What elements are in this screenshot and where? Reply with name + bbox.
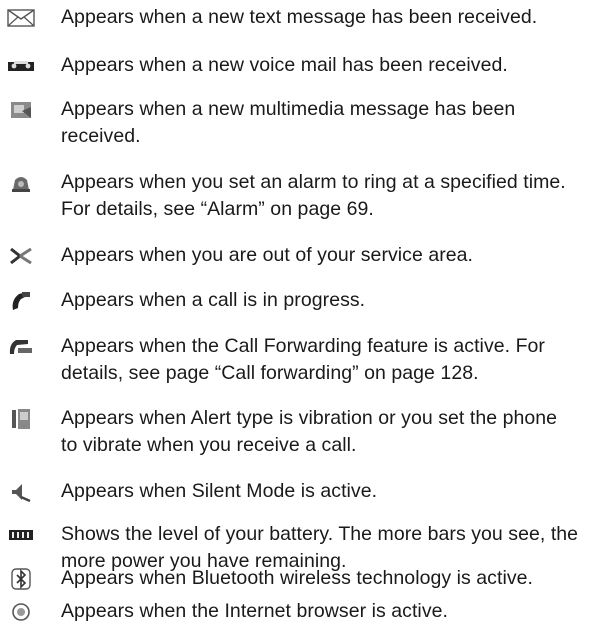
call-forwarding-icon	[4, 335, 38, 359]
item-description: Appears when the Internet browser is act…	[61, 598, 613, 625]
call-in-progress-icon	[4, 289, 38, 313]
description-line: to vibrate when you receive a call.	[61, 434, 357, 456]
description-line: details, see page “Call forwarding” on p…	[61, 362, 479, 384]
item-description: Appears when Silent Mode is active.	[61, 478, 613, 505]
description-line: Appears when Silent Mode is active.	[61, 480, 378, 502]
description-line: received.	[61, 125, 141, 147]
item-description: Appears when a new text message has been…	[61, 4, 613, 31]
item-description: Appears when Alert type is vibration or …	[61, 405, 613, 459]
description-line: Appears when a new voice mail has been r…	[61, 54, 508, 76]
silent-mode-icon	[4, 480, 38, 504]
description-line: Shows the level of your battery. The mor…	[61, 523, 579, 545]
vibration-icon	[4, 407, 38, 431]
description-line: Appears when you are out of your service…	[61, 244, 474, 266]
internet-browser-icon	[4, 600, 38, 624]
item-description: Appears when a new voice mail has been r…	[61, 52, 613, 79]
description-line: Appears when a call is in progress.	[61, 289, 366, 311]
item-description: Appears when a new multimedia message ha…	[61, 96, 613, 150]
item-description: Appears when you are out of your service…	[61, 242, 613, 269]
description-line: Appears when Alert type is vibration or …	[61, 407, 558, 429]
battery-icon	[4, 523, 38, 547]
alarm-icon	[4, 171, 38, 195]
envelope-icon	[4, 6, 38, 30]
voicemail-icon	[4, 54, 38, 78]
description-line: Appears when Bluetooth wireless technolo…	[61, 567, 533, 589]
description-line: Appears when the Call Forwarding feature…	[61, 335, 545, 357]
item-description: Appears when Bluetooth wireless technolo…	[61, 565, 613, 592]
description-line: For details, see “Alarm” on page 69.	[61, 198, 374, 220]
item-description: Appears when a call is in progress.	[61, 287, 613, 314]
no-service-icon	[4, 244, 38, 268]
description-line: Appears when the Internet browser is act…	[61, 600, 448, 622]
bluetooth-icon	[4, 567, 38, 591]
item-description: Appears when the Call Forwarding feature…	[61, 333, 613, 387]
item-description: Appears when you set an alarm to ring at…	[61, 169, 613, 223]
multimedia-message-icon	[4, 98, 38, 122]
description-line: Appears when a new text message has been…	[61, 6, 538, 28]
description-line: Appears when you set an alarm to ring at…	[61, 171, 566, 193]
description-line: Appears when a new multimedia message ha…	[61, 98, 516, 120]
page: { "items": [ {"icon": "envelope-icon", "…	[0, 0, 613, 630]
